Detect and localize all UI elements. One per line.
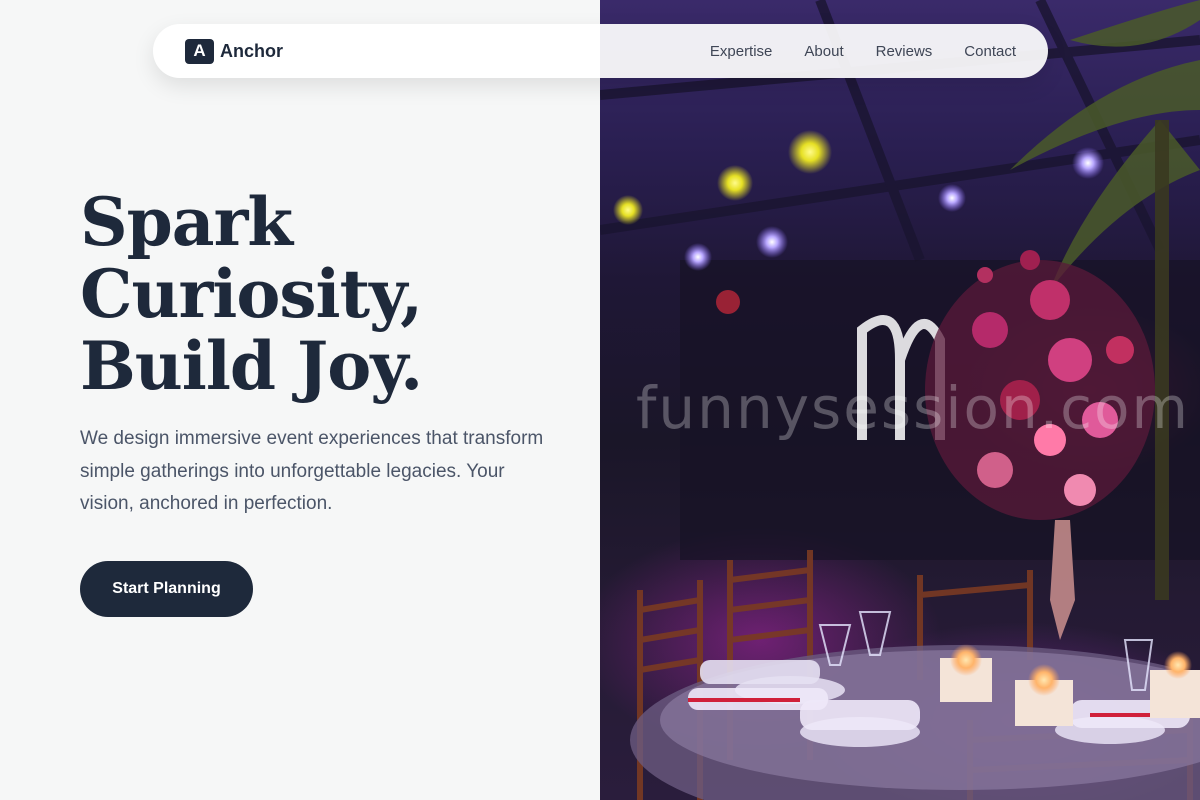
hero-title-line: Curiosity, (80, 255, 423, 333)
brand-name: Anchor (220, 40, 283, 61)
nav-link-expertise[interactable]: Expertise (710, 43, 773, 60)
top-navbar: A Anchor Expertise About Reviews Contact (153, 24, 1048, 78)
event-photo: funnysession.com (600, 0, 1200, 800)
brand-logo[interactable]: A Anchor (185, 38, 283, 64)
nav-link-about[interactable]: About (804, 43, 843, 60)
hero-title-line: Spark (80, 183, 293, 261)
nav-links: Expertise About Reviews Contact (710, 43, 1016, 60)
hero-description: We design immersive event experiences th… (80, 428, 544, 514)
hero-title-line: Build Joy. (80, 327, 423, 405)
nav-link-reviews[interactable]: Reviews (876, 43, 933, 60)
nav-link-contact[interactable]: Contact (964, 43, 1016, 60)
hero-content-pane: Spark Curiosity, Build Joy. We design im… (0, 0, 600, 800)
anchor-logo-icon: A (185, 38, 214, 64)
watermark: funnysession.com (636, 374, 1191, 442)
hero-title: Spark Curiosity, Build Joy. (80, 186, 580, 402)
start-planning-button[interactable]: Start Planning (80, 561, 253, 617)
